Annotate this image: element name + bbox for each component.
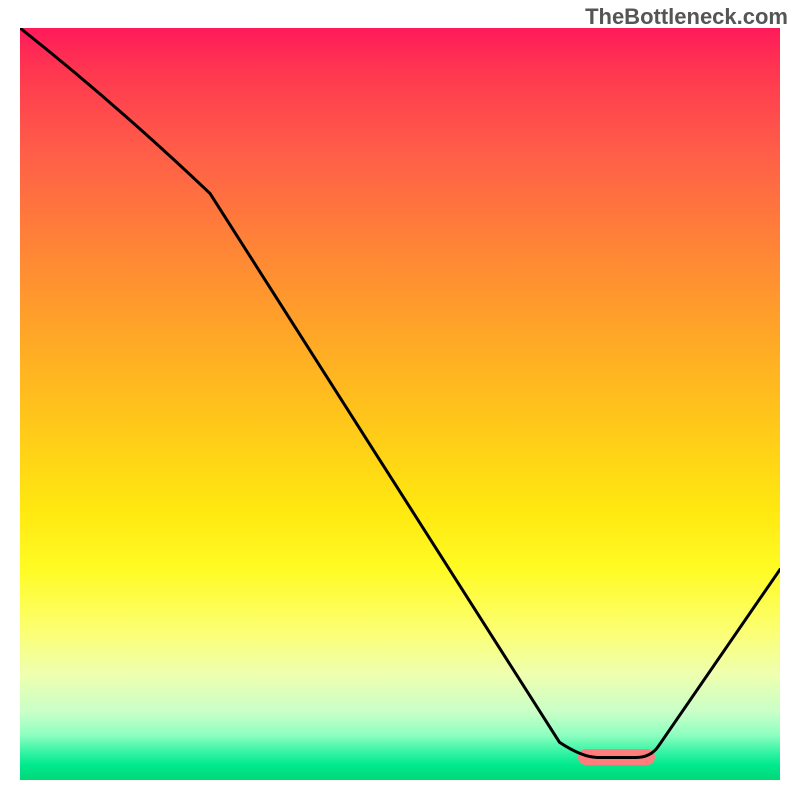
curve-path [20,28,780,757]
watermark-text: TheBottleneck.com [585,4,788,30]
plot-area [20,28,780,780]
bottleneck-curve [20,28,780,780]
